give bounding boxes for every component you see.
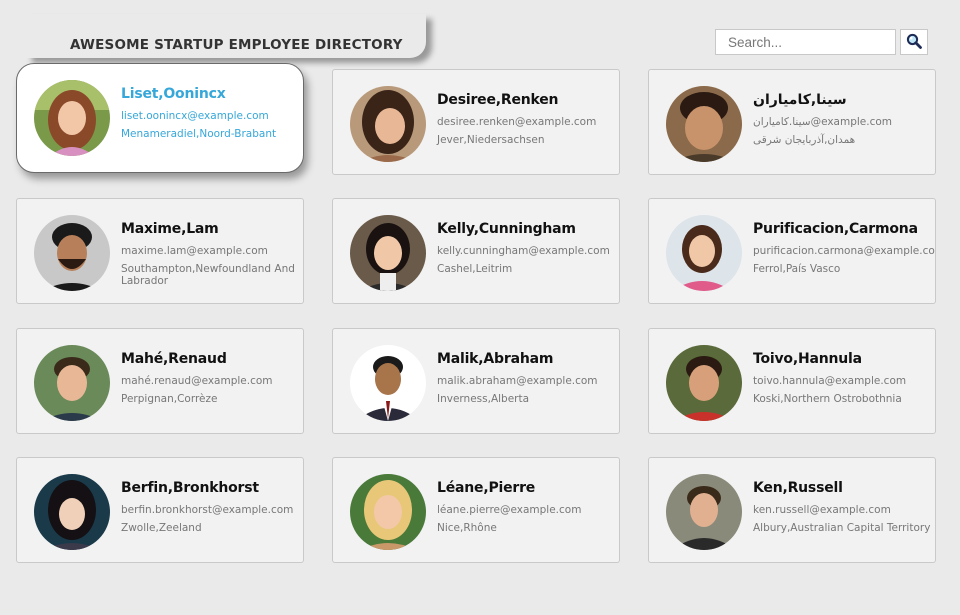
employee-email: ken.russell@example.com	[753, 504, 891, 516]
employee-card[interactable]: Kelly,Cunningham kelly.cunningham@exampl…	[332, 198, 620, 304]
magnifier-icon	[906, 33, 922, 52]
employee-card[interactable]: Maxime,Lam maxime.lam@example.com Southa…	[16, 198, 304, 304]
employee-location: Ferrol,País Vasco	[753, 263, 841, 275]
employee-email: maxime.lam@example.com	[121, 245, 268, 257]
avatar	[34, 215, 110, 291]
search-input[interactable]	[715, 29, 896, 55]
employee-email: léane.pierre@example.com	[437, 504, 582, 516]
employee-location: Zwolle,Zeeland	[121, 522, 202, 534]
employee-name: Berfin,Bronkhorst	[121, 480, 259, 496]
avatar	[666, 215, 742, 291]
employee-name: Kelly,Cunningham	[437, 221, 576, 237]
employee-email: kelly.cunningham@example.com	[437, 245, 610, 257]
employee-email: سینا.کامیاران@example.com	[753, 116, 893, 128]
avatar	[34, 80, 110, 156]
employee-name: Maxime,Lam	[121, 221, 219, 237]
employee-name: Liset,Oonincx	[121, 86, 226, 102]
avatar	[350, 86, 426, 162]
employee-email: malik.abraham@example.com	[437, 375, 598, 387]
employee-card[interactable]: Berfin,Bronkhorst berfin.bronkhorst@exam…	[16, 457, 304, 563]
employee-name: Purificacion,Carmona	[753, 221, 918, 237]
employee-name: Léane,Pierre	[437, 480, 536, 496]
employee-name: Toivo,Hannula	[753, 351, 862, 367]
employee-card[interactable]: Toivo,Hannula toivo.hannula@example.com …	[648, 328, 936, 434]
employee-card[interactable]: Liset,Oonincx liset.oonincx@example.com …	[16, 63, 304, 173]
employee-card[interactable]: Desiree,Renken desiree.renken@example.co…	[332, 69, 620, 175]
page-title: AWESOME STARTUP EMPLOYEE DIRECTORY	[70, 37, 403, 53]
avatar	[34, 474, 110, 550]
employee-location: همدان,آذربایجان شرقی	[753, 134, 856, 146]
employee-card[interactable]: Mahé,Renaud mahé.renaud@example.com Perp…	[16, 328, 304, 434]
employee-location: Cashel,Leitrim	[437, 263, 513, 275]
employee-card[interactable]: سینا,کامیاران سینا.کامیاران@example.com …	[648, 69, 936, 175]
employee-email: purificacion.carmona@example.com	[753, 245, 936, 257]
avatar	[666, 86, 742, 162]
employee-name: Mahé,Renaud	[121, 351, 227, 367]
employee-location: Nice,Rhône	[437, 522, 497, 534]
employee-email: berfin.bronkhorst@example.com	[121, 504, 294, 516]
search-button[interactable]	[900, 29, 928, 55]
avatar	[350, 345, 426, 421]
employee-location: Koski,Northern Ostrobothnia	[753, 393, 902, 405]
employee-location: Jever,Niedersachsen	[437, 134, 545, 146]
employee-name: سینا,کامیاران	[753, 92, 847, 108]
employee-email: liset.oonincx@example.com	[121, 110, 269, 122]
employee-location: Southampton,Newfoundland And Labrador	[121, 263, 295, 287]
employee-email: desiree.renken@example.com	[437, 116, 597, 128]
avatar	[34, 345, 110, 421]
employee-location: Perpignan,Corrèze	[121, 393, 218, 405]
employee-name: Ken,Russell	[753, 480, 843, 496]
employee-email: mahé.renaud@example.com	[121, 375, 273, 387]
employee-card[interactable]: Ken,Russell ken.russell@example.com Albu…	[648, 457, 936, 563]
employee-name: Malik,Abraham	[437, 351, 554, 367]
employee-location: Inverness,Alberta	[437, 393, 530, 405]
employee-location: Albury,Australian Capital Territory	[753, 522, 931, 534]
avatar	[666, 474, 742, 550]
employee-location: Menameradiel,Noord-Brabant	[121, 128, 277, 140]
employee-card[interactable]: Purificacion,Carmona purificacion.carmon…	[648, 198, 936, 304]
avatar	[350, 474, 426, 550]
employee-card[interactable]: Malik,Abraham malik.abraham@example.com …	[332, 328, 620, 434]
employee-card[interactable]: Léane,Pierre léane.pierre@example.com Ni…	[332, 457, 620, 563]
avatar	[350, 215, 426, 291]
employee-name: Desiree,Renken	[437, 92, 559, 108]
avatar	[666, 345, 742, 421]
employee-email: toivo.hannula@example.com	[753, 375, 907, 387]
